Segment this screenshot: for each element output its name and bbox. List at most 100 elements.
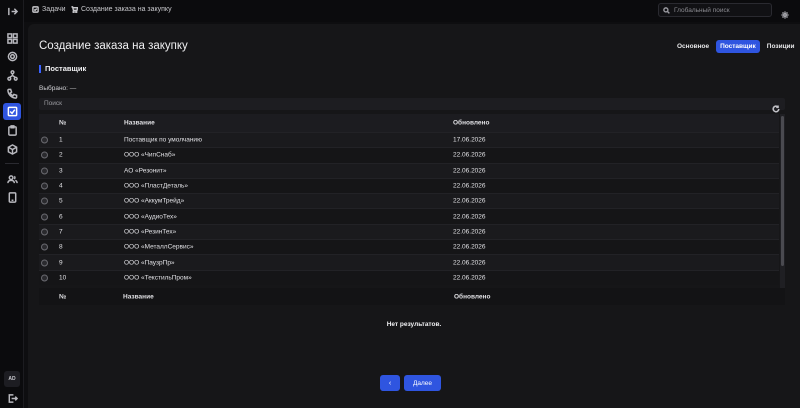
row-radio[interactable] [41, 136, 48, 144]
box-icon[interactable] [5, 142, 19, 156]
refresh-icon[interactable] [772, 100, 780, 113]
row-number: 9 [59, 259, 63, 267]
results-column-updated[interactable]: Обновлено [454, 293, 490, 300]
row-radio[interactable] [41, 167, 48, 175]
row-name: ООО «ЧипСнаб» [124, 151, 176, 159]
results-column-name[interactable]: Название [123, 293, 154, 300]
table-row[interactable]: 5 ООО «АккумТрейд» 22.06.2026 [39, 193, 779, 209]
row-number: 6 [59, 213, 63, 221]
row-radio[interactable] [41, 228, 48, 236]
row-name: ООО «МеталлСервис» [124, 243, 194, 251]
row-number: 3 [59, 167, 63, 175]
row-radio[interactable] [41, 274, 48, 282]
cart-icon [71, 6, 78, 13]
section-title: Поставщик [39, 65, 86, 73]
tasks-icon[interactable] [3, 103, 21, 120]
logout-icon[interactable] [5, 391, 19, 405]
row-updated: 22.06.2026 [453, 151, 486, 159]
breadcrumb-current: Создание заказа на закупку [71, 6, 172, 13]
table-row[interactable]: 4 ООО «ПластДеталь» 22.06.2026 [39, 177, 779, 194]
row-number: 8 [59, 243, 63, 251]
dashboard-icon[interactable] [5, 31, 19, 45]
row-radio[interactable] [41, 182, 48, 190]
row-updated: 22.06.2026 [453, 167, 486, 175]
global-search-input[interactable]: Глобальный поиск [658, 3, 772, 17]
avatar[interactable]: AD [4, 371, 20, 387]
row-updated: 22.06.2026 [453, 259, 486, 267]
scrollbar-thumb[interactable] [781, 116, 784, 266]
row-name: ООО «ТекстильПром» [124, 274, 192, 282]
results-table-header: № Название Обновлено [39, 288, 785, 305]
users-icon[interactable] [5, 172, 19, 186]
column-header-name[interactable]: Название [124, 120, 155, 127]
row-radio[interactable] [41, 259, 48, 267]
row-radio[interactable] [41, 197, 48, 205]
chevron-right-icon: › [61, 5, 64, 12]
breadcrumb-current-label: Создание заказа на закупку [81, 6, 172, 13]
row-radio[interactable] [41, 243, 48, 251]
phone-icon[interactable] [5, 86, 19, 100]
tasks-small-icon [32, 6, 39, 13]
tabs: Основное Поставщик Позиции [674, 40, 798, 53]
row-name: АО «Резонит» [124, 167, 167, 175]
table-search-placeholder: Поиск [44, 100, 63, 107]
tab-supplier[interactable]: Поставщик [716, 40, 760, 53]
table-row[interactable]: 10 ООО «ТекстильПром» 22.06.2026 [39, 269, 779, 285]
next-button[interactable]: Далее [404, 375, 441, 391]
prev-button[interactable]: ‹ [380, 375, 400, 391]
row-updated: 22.06.2026 [453, 228, 486, 236]
row-radio[interactable] [41, 151, 48, 159]
row-number: 4 [59, 182, 63, 190]
topbar: Задачи › Создание заказа на закупку Глоб… [24, 0, 800, 22]
main-panel: Создание заказа на закупку Основное Пост… [28, 24, 800, 408]
table-body: 1 Поставщик по умолчанию 17.06.2026 2 ООО «Ч… [39, 132, 785, 285]
tab-main[interactable]: Основное [674, 40, 712, 53]
table-row[interactable]: 7 ООО «РезинТех» 22.06.2026 [39, 223, 779, 240]
sidebar: AD [0, 0, 24, 408]
gear-icon[interactable] [781, 6, 789, 19]
row-name: Поставщик по умолчанию [124, 136, 202, 144]
row-name: ООО «ПаузрПр» [124, 259, 175, 267]
row-number: 7 [59, 228, 63, 236]
row-number: 5 [59, 197, 63, 205]
table-row[interactable]: 3 АО «Резонит» 22.06.2026 [39, 162, 779, 178]
table-row[interactable]: 1 Поставщик по умолчанию 17.06.2026 [39, 132, 779, 148]
sidebar-divider [5, 163, 19, 164]
row-number: 2 [59, 151, 63, 159]
page-title: Создание заказа на закупку [39, 40, 188, 52]
table-row[interactable]: 9 ООО «ПаузрПр» 22.06.2026 [39, 254, 779, 270]
table-row[interactable]: 8 ООО «МеталлСервис» 22.06.2026 [39, 239, 779, 255]
row-number: 1 [59, 136, 63, 144]
row-name: ООО «РезинТех» [124, 228, 177, 236]
row-updated: 17.06.2026 [453, 136, 486, 144]
settings-icon[interactable] [5, 49, 19, 63]
column-header-number[interactable]: № [59, 120, 66, 127]
app-root: AD Задачи › Создание заказа на закупку Г… [0, 0, 800, 408]
row-name: ООО «АккумТрейд» [124, 197, 185, 205]
row-updated: 22.06.2026 [453, 243, 486, 251]
global-search-placeholder: Глобальный поиск [674, 6, 730, 14]
column-header-updated[interactable]: Обновлено [453, 120, 489, 127]
row-radio[interactable] [41, 213, 48, 221]
row-number: 10 [59, 274, 67, 282]
empty-results-message: Нет результатов. [386, 321, 442, 328]
row-updated: 22.06.2026 [453, 274, 486, 282]
row-name: ООО «АудиоТех» [124, 213, 177, 221]
tab-positions[interactable]: Позиции [764, 40, 798, 53]
results-column-number[interactable]: № [59, 293, 66, 300]
table-header: № Название Обновлено [39, 114, 779, 132]
network-icon[interactable] [5, 68, 19, 82]
row-updated: 22.06.2026 [453, 213, 486, 221]
table-search-input[interactable]: Поиск [39, 98, 785, 113]
search-icon [663, 6, 670, 14]
table-row[interactable]: 6 ООО «АудиоТех» 22.06.2026 [39, 208, 779, 224]
supplier-table: № Название Обновлено 1 Поставщик по умолч… [39, 114, 785, 294]
clipboard-icon[interactable] [5, 123, 19, 137]
selected-indicator: Выбрано: — [39, 85, 77, 92]
row-name: ООО «ПластДеталь» [124, 182, 189, 190]
collapse-icon[interactable] [5, 4, 19, 18]
device-icon[interactable] [5, 190, 19, 204]
row-updated: 22.06.2026 [453, 197, 486, 205]
table-row[interactable]: 2 ООО «ЧипСнаб» 22.06.2026 [39, 147, 779, 163]
row-updated: 22.06.2026 [453, 182, 486, 190]
